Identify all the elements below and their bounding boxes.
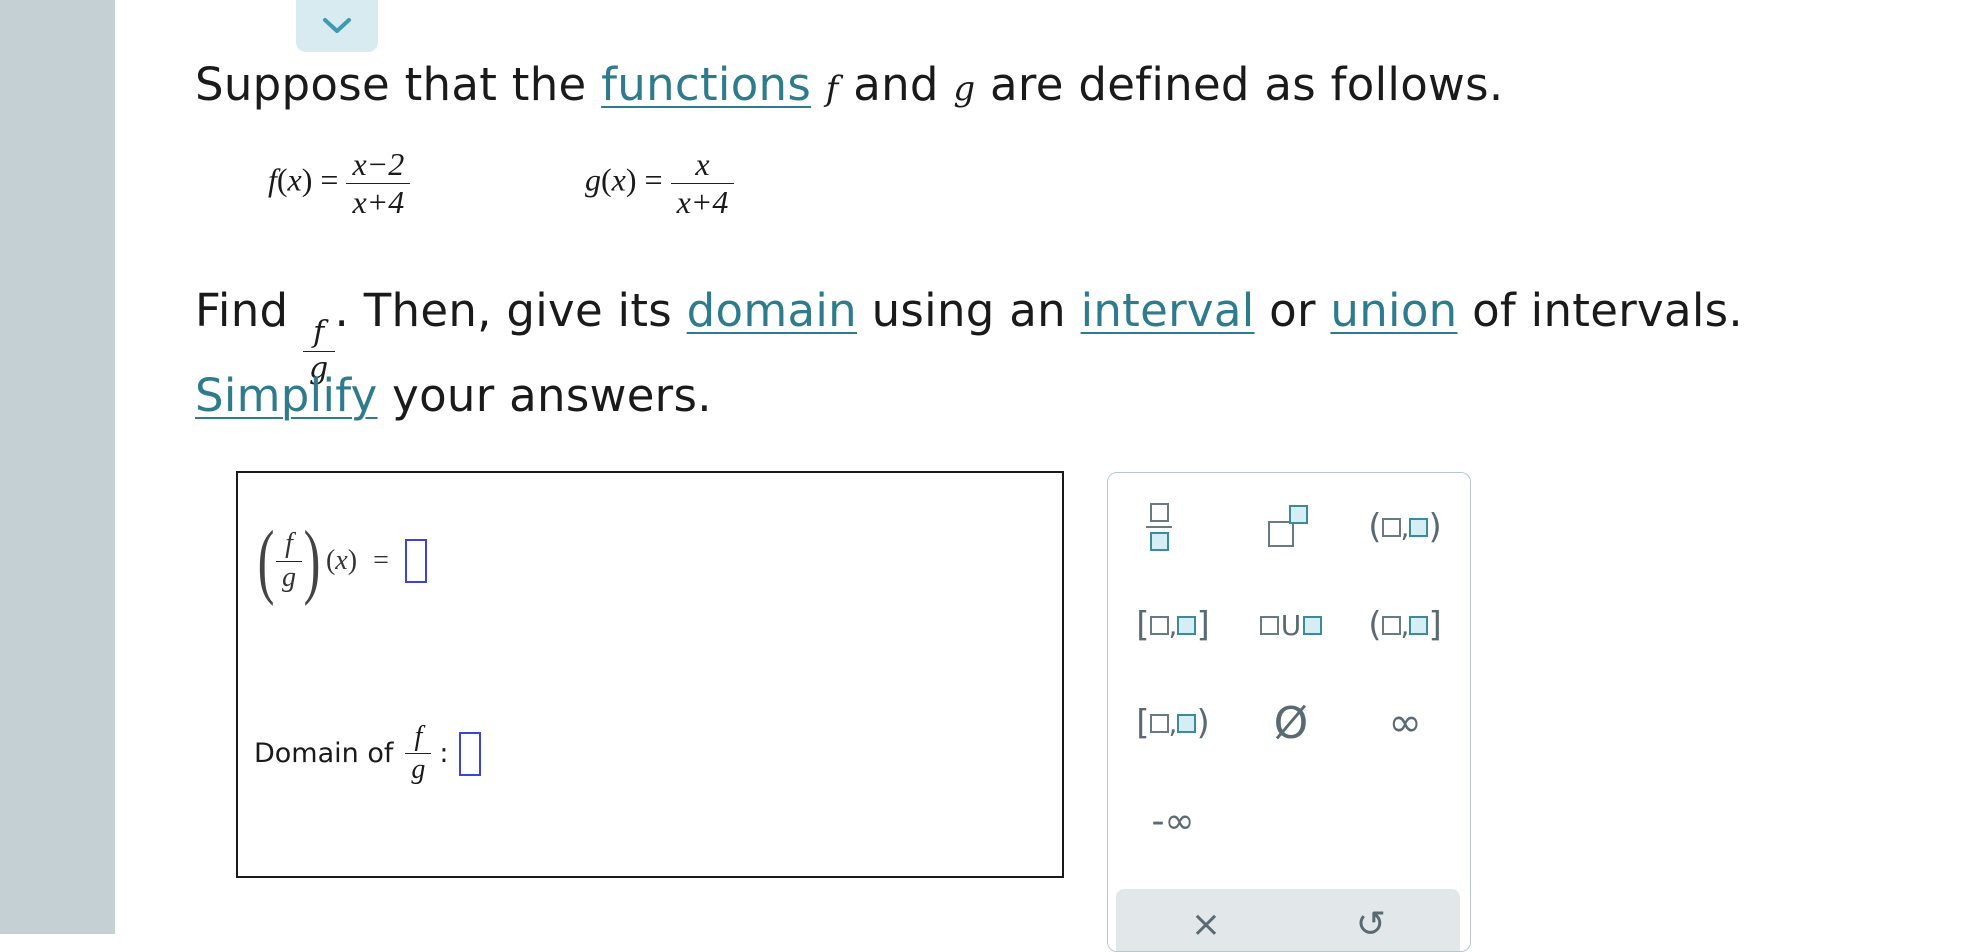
fraction-key[interactable] [1109,492,1209,562]
f-arg: x [287,161,302,198]
negative-infinity-symbol: -∞ [1151,800,1195,842]
f-denominator: x+4 [352,183,405,220]
domain-label: Domain of [254,738,394,770]
union-symbol: U [1280,608,1302,642]
prompt-text: are defined as follows. [975,58,1504,111]
equals-sign: = [373,545,389,576]
g-arg: x [611,161,626,198]
domain-row: Domain of fg : [254,721,481,786]
open-open-interval-key[interactable]: (,) [1355,492,1455,562]
interval-link[interactable]: interval [1081,284,1255,337]
undo-button[interactable]: ↺ [1321,897,1421,951]
colon: : [439,738,449,770]
prompt-text: using an [857,284,1081,337]
prompt-line-1: Suppose that the functions f and g are d… [195,57,1504,117]
left-sidebar [0,0,115,934]
quotient-fraction: fg [275,528,302,593]
prompt-text: Find [195,284,304,337]
functions-link[interactable]: functions [601,58,811,111]
var-g: g [953,69,976,109]
prompt-text: Suppose that the [195,58,602,111]
prompt-text: of intervals. [1457,284,1743,337]
prompt-line-3: Simplify your answers. [195,368,712,424]
g-numerator: x [695,146,710,182]
union-link[interactable]: union [1330,284,1457,337]
chevron-down-icon [323,18,351,33]
empty-set-key[interactable]: Ø [1241,688,1341,758]
infinity-key[interactable]: ∞ [1355,688,1455,758]
undo-icon: ↺ [1355,903,1387,945]
clear-button[interactable]: × [1156,897,1256,951]
empty-set-symbol: Ø [1273,697,1309,749]
g-fraction: x x+4 [670,146,735,221]
prompt-text: your answers. [377,369,712,422]
f-fraction: x−2 x+4 [346,146,411,221]
closed-closed-interval-key[interactable]: [,] [1123,590,1223,660]
prompt-text: and [838,58,954,111]
keypad-footer: × ↺ [1116,889,1460,951]
negative-infinity-key[interactable]: -∞ [1123,786,1223,856]
domain-fraction: fg [405,721,432,786]
prompt-text: . Then, give its [334,284,687,337]
domain-num: f [414,721,423,752]
g-definition: g(x) = x x+4 [585,146,735,221]
domain-answer-input[interactable] [458,731,481,776]
f-numerator: x−2 [352,146,405,182]
quotient-num: f [285,528,293,560]
g-name: g [585,161,601,198]
var-f: f [825,69,839,109]
union-key[interactable]: U [1241,590,1341,660]
g-denominator: x+4 [676,183,729,220]
domain-den: g [411,754,426,786]
close-icon: × [1190,903,1222,945]
quotient-den: g [281,561,296,593]
quotient-answer-input[interactable] [404,539,427,583]
math-keypad: (,) [,] U (,] [,) Ø ∞ -∞ × ↺ [1107,472,1471,952]
quotient-arg: x [335,545,348,576]
exponent-key[interactable] [1236,492,1336,562]
infinity-symbol: ∞ [1388,700,1422,746]
prompt-text: or [1254,284,1331,337]
answer-area: ( fg ) (x) = Domain of fg : [236,471,1064,878]
f-definition: f(x) = x−2 x+4 [268,146,411,221]
closed-open-interval-key[interactable]: [,) [1123,688,1223,758]
f-name: f [268,161,277,198]
collapse-toggle[interactable] [296,0,378,52]
frac-num: f [313,315,325,350]
quotient-row: ( fg ) (x) = [252,519,427,603]
simplify-link[interactable]: Simplify [195,369,378,422]
domain-link[interactable]: domain [687,284,857,337]
open-closed-interval-key[interactable]: (,] [1355,590,1455,660]
